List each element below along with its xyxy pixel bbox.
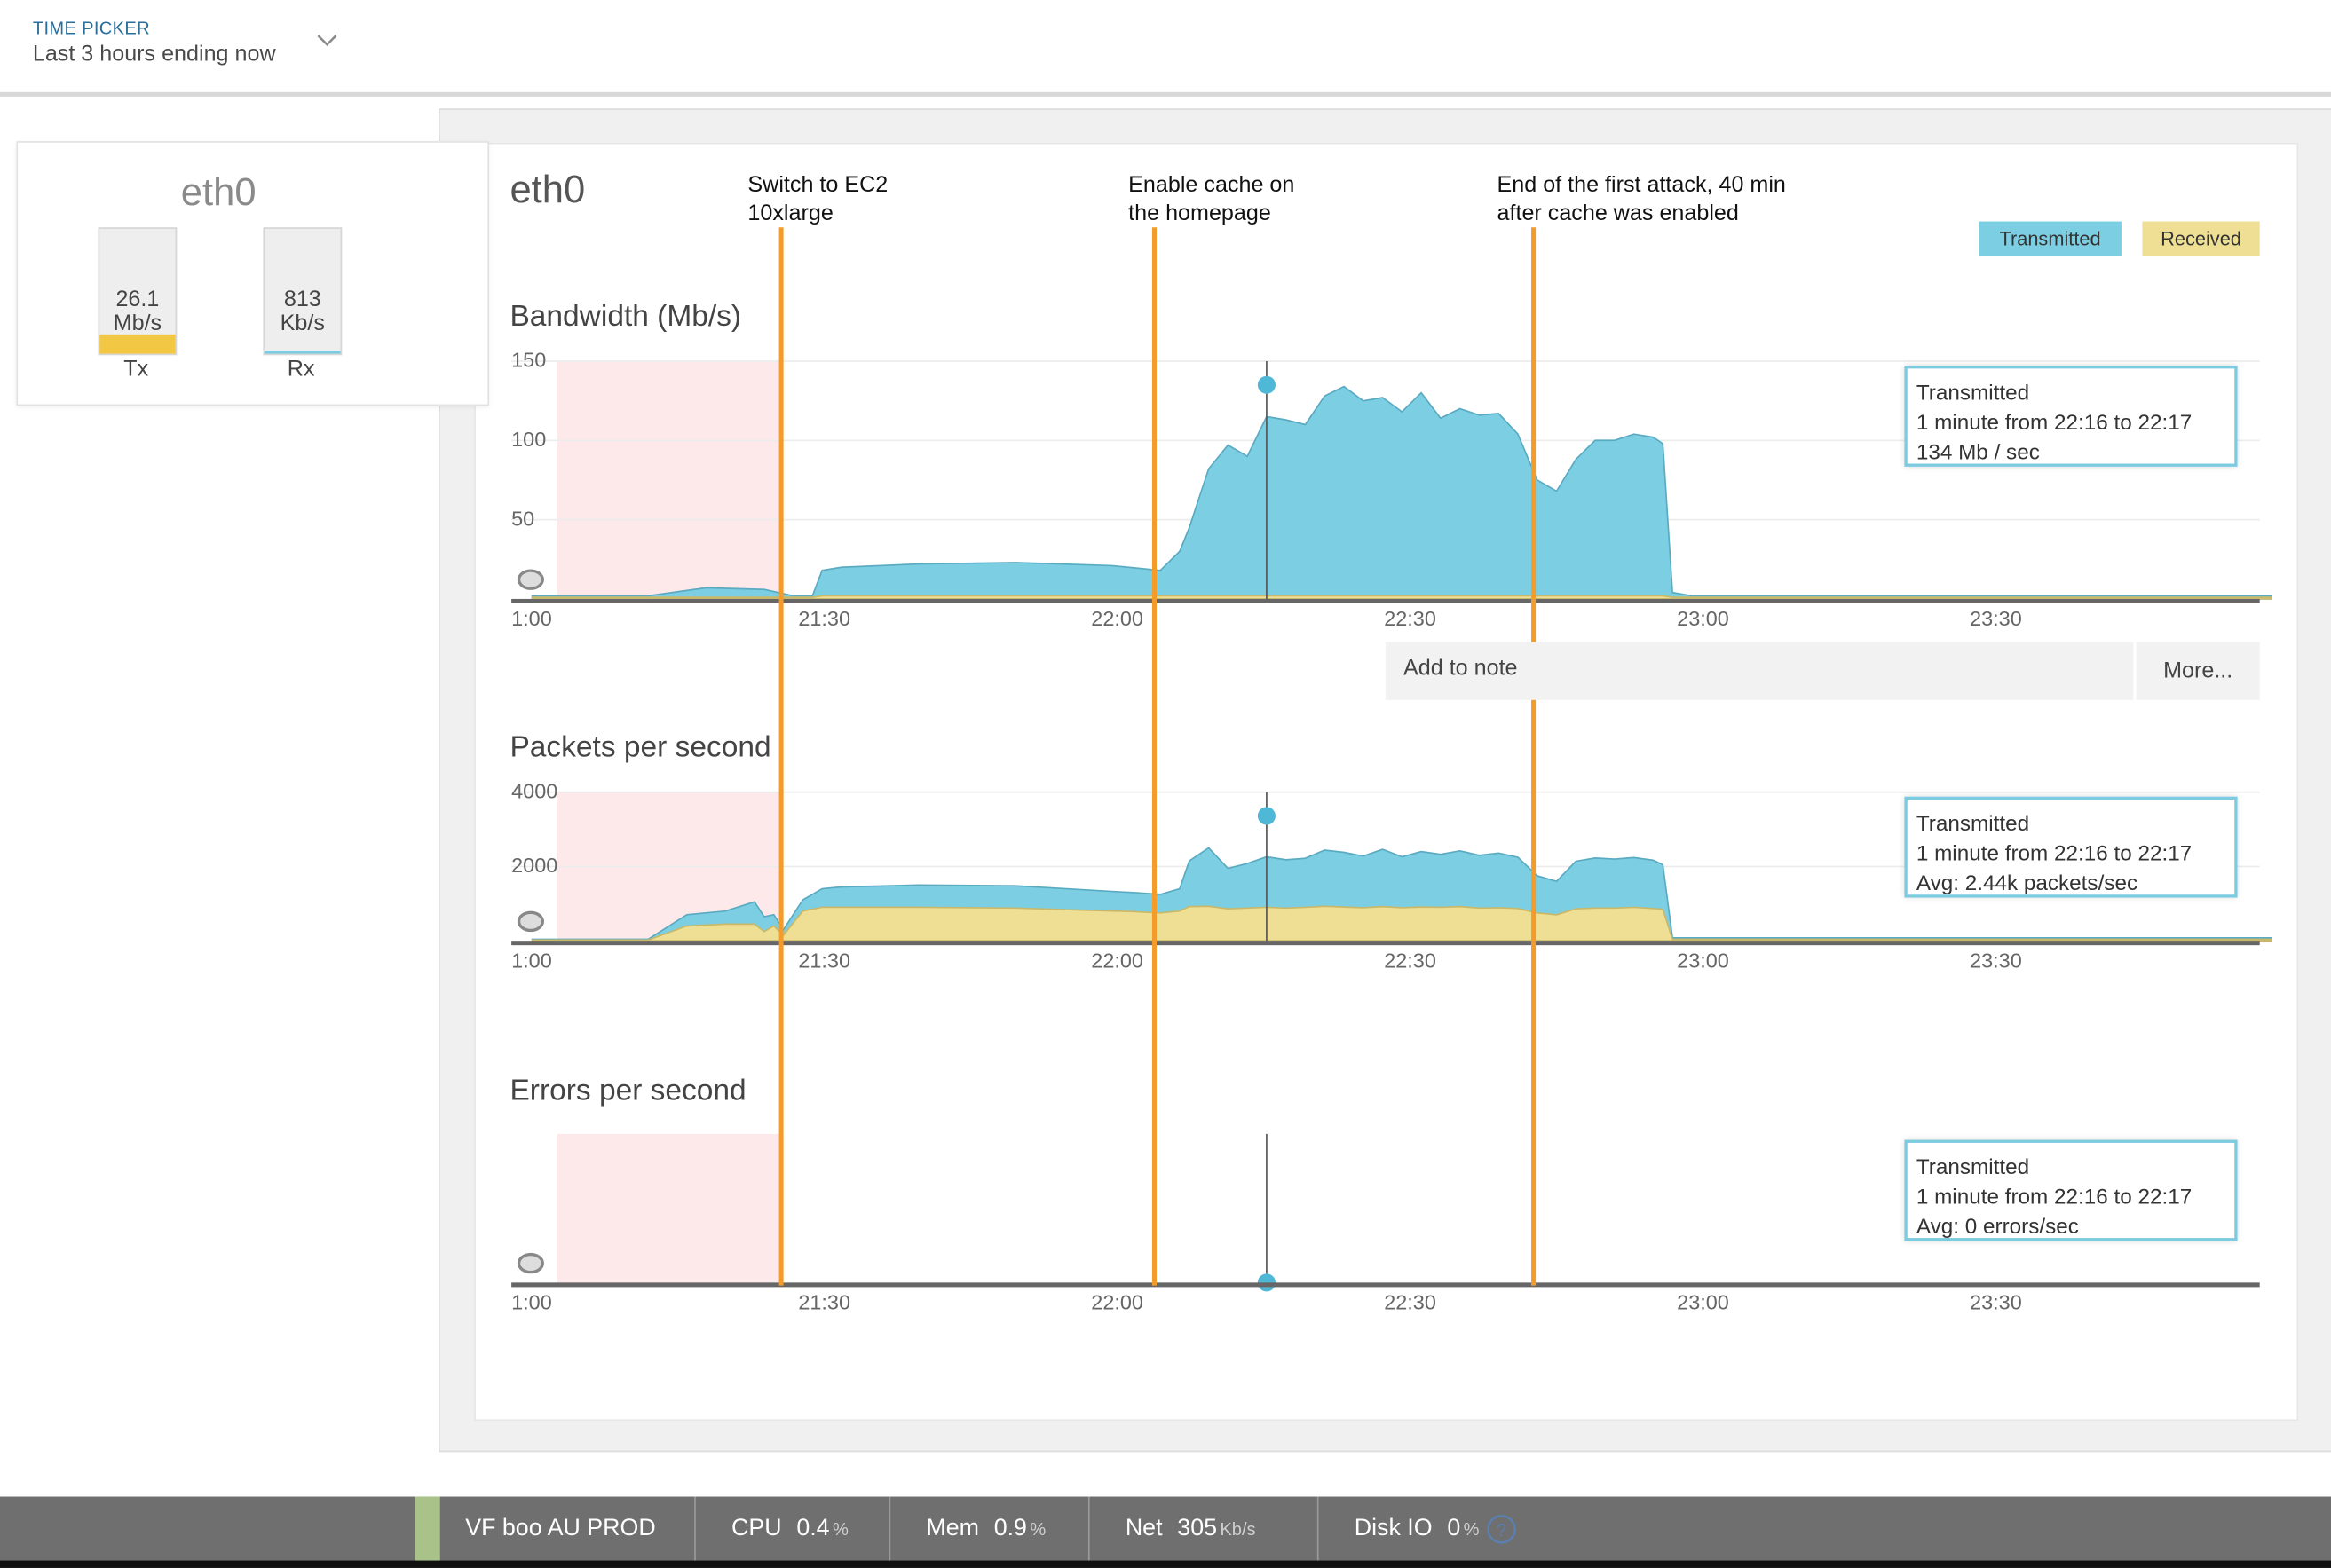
svg-text:?: ? [1497, 1521, 1506, 1540]
x-tick-label: 22:30 [1384, 1290, 1436, 1313]
x-tick-label: 1:00 [511, 949, 552, 972]
chevron-down-icon[interactable] [315, 33, 339, 48]
comment-bubble-icon [517, 1252, 544, 1274]
header-divider [0, 91, 2331, 97]
footer-net[interactable]: Net 305 Kb/s [1126, 1497, 1256, 1561]
legend-transmitted[interactable]: Transmitted [1979, 221, 2122, 256]
x-tick-label: 21:30 [798, 949, 850, 972]
footer-host-name[interactable]: VF boo AU PROD [465, 1497, 655, 1561]
y-tick-label: 2000 [511, 854, 557, 877]
more-button[interactable]: More... [2136, 642, 2260, 700]
packets-tooltip: Transmitted 1 minute from 22:16 to 22:17… [1904, 796, 2238, 898]
tooltip-value: Avg: 2.44k packets/sec [1916, 872, 2138, 896]
footer-divider [694, 1496, 696, 1561]
time-picker-value[interactable]: Last 3 hours ending now [33, 42, 276, 67]
footer-cpu[interactable]: CPU 0.4% [731, 1497, 849, 1561]
footer-divider [1316, 1496, 1319, 1561]
bandwidth-tooltip: Transmitted 1 minute from 22:16 to 22:17… [1904, 366, 2238, 467]
footer-mem[interactable]: Mem 0.9% [926, 1497, 1046, 1561]
bandwidth-chart-title: Bandwidth (Mb/s) [510, 300, 742, 334]
footer-bottom-edge [0, 1560, 2331, 1568]
comment-bubble-icon [517, 910, 544, 933]
rx-gauge: 813 Kb/s [263, 227, 343, 356]
host-summary-card[interactable]: eth0 26.1 Mb/s Tx 813 Kb/s Rx [16, 141, 490, 406]
rx-gauge-label: Rx [287, 356, 315, 382]
annotation-label-ec2: Switch to EC2 10xlarge [747, 172, 889, 226]
footer-disk-io[interactable]: Disk IO 0% [1355, 1497, 1480, 1561]
annotation-line-ec2[interactable] [778, 227, 784, 1286]
tx-gauge-value: 26.1 Mb/s [113, 287, 162, 336]
add-to-note-button[interactable]: Add to note [1403, 656, 1518, 681]
x-tick-label: 1:00 [511, 607, 552, 630]
x-tick-label: 23:30 [1970, 1290, 2022, 1313]
panel-title: eth0 [510, 166, 586, 211]
footer-divider [889, 1496, 891, 1561]
x-tick-label: 22:00 [1091, 607, 1143, 630]
x-tick-label: 22:30 [1384, 607, 1436, 630]
x-axis-line [511, 941, 2260, 946]
errors-chart-title: Errors per second [510, 1074, 747, 1107]
selected-time-window [557, 360, 784, 599]
errors-tooltip: Transmitted 1 minute from 22:16 to 22:17… [1904, 1139, 2238, 1241]
time-picker-label: TIME PICKER [32, 18, 150, 39]
annotation-label-attack-end: End of the first attack, 40 min after cac… [1497, 172, 1786, 226]
annotation-label-cache: Enable cache on the homepage [1128, 172, 1295, 226]
hover-point [1257, 807, 1276, 825]
packets-chart-title: Packets per second [510, 731, 771, 764]
x-tick-label: 22:00 [1091, 949, 1143, 972]
tooltip-range: 1 minute from 22:16 to 22:17 [1916, 842, 2193, 867]
selected-time-window [557, 1133, 784, 1283]
legend-received[interactable]: Received [2142, 221, 2260, 256]
tooltip-series: Transmitted [1916, 813, 2030, 837]
tx-gauge: 26.1 Mb/s [98, 227, 178, 356]
x-tick-label: 23:00 [1677, 1290, 1729, 1313]
x-tick-label: 23:30 [1970, 949, 2022, 972]
y-tick-label: 150 [511, 349, 546, 372]
tooltip-range: 1 minute from 22:16 to 22:17 [1916, 1186, 2193, 1210]
x-tick-label: 1:00 [511, 1290, 552, 1313]
x-tick-label: 23:00 [1677, 607, 1729, 630]
x-axis-line [511, 1282, 2260, 1288]
y-tick-label: 100 [511, 428, 546, 451]
annotation-line-cache[interactable] [1151, 227, 1157, 1286]
tooltip-value: 134 Mb / sec [1916, 441, 2040, 466]
footer-divider [1087, 1496, 1090, 1561]
rx-gauge-value: 813 Kb/s [280, 287, 325, 336]
hover-point [1257, 375, 1276, 394]
tooltip-series: Transmitted [1916, 382, 2030, 406]
y-tick-label: 4000 [511, 779, 557, 802]
comment-bubble-icon [517, 569, 544, 590]
tx-gauge-fill [99, 335, 176, 354]
annotation-line-attack-end[interactable] [1531, 227, 1537, 1286]
tooltip-series: Transmitted [1916, 1155, 2030, 1180]
tooltip-value: Avg: 0 errors/sec [1916, 1215, 2079, 1240]
host-status-indicator [415, 1496, 440, 1561]
help-icon[interactable]: ? [1485, 1513, 1518, 1546]
tooltip-range: 1 minute from 22:16 to 22:17 [1916, 411, 2193, 436]
rx-gauge-fill [265, 351, 341, 354]
x-axis-line [511, 598, 2260, 603]
host-card-title: eth0 [180, 169, 257, 215]
x-tick-label: 21:30 [798, 607, 850, 630]
x-tick-label: 23:00 [1677, 949, 1729, 972]
y-tick-label: 50 [511, 507, 534, 530]
series-area-received [531, 905, 2272, 942]
tx-gauge-label: Tx [123, 356, 149, 382]
x-tick-label: 23:30 [1970, 607, 2022, 630]
x-tick-label: 22:30 [1384, 949, 1436, 972]
x-tick-label: 21:30 [798, 1290, 850, 1313]
x-tick-label: 22:00 [1091, 1290, 1143, 1313]
